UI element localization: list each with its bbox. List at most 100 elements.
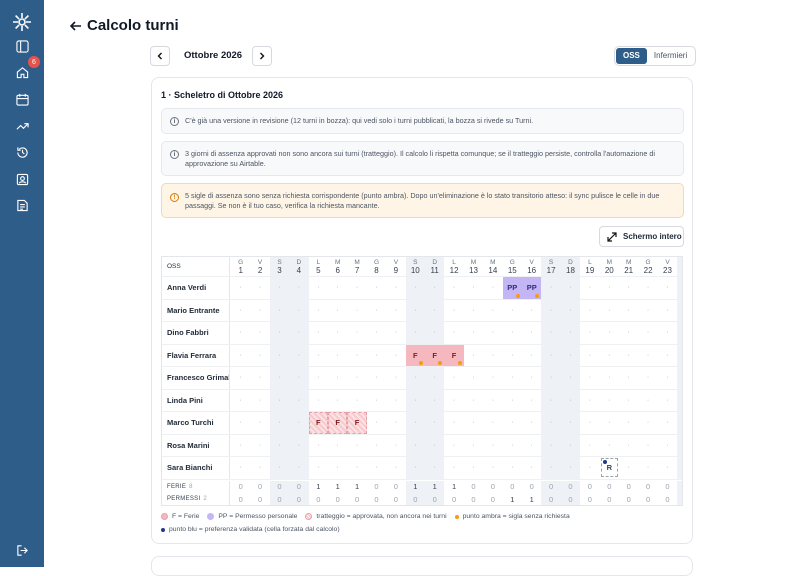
shift-cell[interactable]: · bbox=[444, 300, 463, 322]
calendar-icon[interactable] bbox=[12, 89, 32, 109]
back-arrow-icon[interactable] bbox=[68, 18, 84, 34]
prev-month-button[interactable] bbox=[150, 46, 170, 66]
shift-cell[interactable]: · bbox=[386, 457, 405, 479]
shift-cell[interactable]: · bbox=[367, 322, 386, 344]
document-icon[interactable] bbox=[12, 195, 32, 215]
shift-cell[interactable]: · bbox=[619, 345, 638, 367]
shift-cell[interactable]: · bbox=[405, 412, 425, 434]
shift-cell[interactable]: · bbox=[541, 434, 561, 456]
shift-cell[interactable]: · bbox=[638, 367, 657, 389]
shift-cell[interactable]: · bbox=[405, 367, 425, 389]
shift-cell[interactable]: · bbox=[347, 277, 366, 299]
shift-cell[interactable]: · bbox=[444, 457, 463, 479]
shift-cell[interactable]: · bbox=[503, 367, 522, 389]
shift-cell[interactable]: · bbox=[464, 277, 483, 299]
shift-cell-ferie[interactable]: F bbox=[425, 344, 445, 366]
shift-cell[interactable]: · bbox=[367, 457, 386, 479]
shift-cell[interactable]: · bbox=[464, 367, 483, 389]
shift-cell[interactable]: · bbox=[522, 390, 541, 412]
shift-cell[interactable]: · bbox=[638, 277, 657, 299]
shift-cell[interactable]: · bbox=[541, 299, 561, 321]
history-icon[interactable] bbox=[12, 142, 32, 162]
shift-cell[interactable]: · bbox=[541, 389, 561, 411]
shift-cell[interactable]: · bbox=[464, 322, 483, 344]
shift-cell[interactable]: · bbox=[541, 322, 561, 344]
shift-cell[interactable]: · bbox=[522, 322, 541, 344]
shift-cell[interactable]: · bbox=[328, 322, 347, 344]
shift-cell[interactable]: · bbox=[619, 457, 638, 479]
shift-cell-ferie[interactable]: F bbox=[347, 412, 367, 434]
shift-cell[interactable]: · bbox=[464, 435, 483, 457]
shift-cell[interactable]: · bbox=[560, 299, 581, 321]
shift-cell[interactable]: · bbox=[619, 277, 638, 299]
shift-cell[interactable]: · bbox=[347, 345, 366, 367]
shift-cell[interactable]: · bbox=[386, 322, 405, 344]
shift-cell[interactable]: · bbox=[269, 434, 290, 456]
shift-cell[interactable]: · bbox=[560, 367, 581, 389]
shift-cell[interactable]: · bbox=[405, 277, 425, 299]
shift-cell[interactable]: · bbox=[600, 277, 619, 299]
shift-cell[interactable]: · bbox=[560, 434, 581, 456]
shift-cell[interactable]: · bbox=[289, 344, 309, 366]
shift-cell[interactable]: · bbox=[677, 367, 682, 389]
shift-cell[interactable]: · bbox=[677, 434, 682, 456]
shift-cell[interactable]: · bbox=[580, 345, 599, 367]
shift-cell[interactable]: · bbox=[600, 322, 619, 344]
shift-cell[interactable]: · bbox=[638, 435, 657, 457]
shift-cell[interactable]: · bbox=[560, 457, 581, 479]
shift-cell[interactable]: · bbox=[328, 300, 347, 322]
shift-cell[interactable]: · bbox=[367, 390, 386, 412]
shift-cell[interactable]: · bbox=[658, 277, 677, 299]
shift-cell[interactable]: · bbox=[619, 300, 638, 322]
shift-cell[interactable]: · bbox=[231, 390, 250, 412]
shift-cell[interactable]: · bbox=[600, 345, 619, 367]
next-month-button[interactable] bbox=[252, 46, 272, 66]
toggle-infermieri[interactable]: Infermieri bbox=[647, 48, 694, 64]
shift-cell[interactable]: · bbox=[328, 277, 347, 299]
shift-cell-ferie[interactable]: F bbox=[308, 412, 328, 434]
shift-cell[interactable]: · bbox=[658, 435, 677, 457]
shift-cell[interactable]: · bbox=[347, 435, 366, 457]
shift-cell[interactable]: · bbox=[464, 300, 483, 322]
shift-cell[interactable]: · bbox=[464, 412, 483, 434]
shift-cell[interactable]: · bbox=[367, 277, 386, 299]
shift-cell-permesso[interactable]: PP bbox=[522, 277, 542, 299]
shift-cell[interactable]: · bbox=[658, 412, 677, 434]
shift-cell[interactable]: · bbox=[580, 322, 599, 344]
shift-cell[interactable]: · bbox=[269, 277, 290, 299]
shift-cell[interactable]: · bbox=[658, 322, 677, 344]
shift-cell[interactable]: · bbox=[638, 390, 657, 412]
shift-cell[interactable]: · bbox=[269, 299, 290, 321]
shift-cell[interactable]: · bbox=[503, 390, 522, 412]
shift-cell[interactable]: · bbox=[638, 300, 657, 322]
shift-cell[interactable]: · bbox=[386, 435, 405, 457]
shift-cell[interactable]: · bbox=[658, 390, 677, 412]
shift-cell[interactable]: · bbox=[503, 300, 522, 322]
home-icon[interactable]: 6 bbox=[12, 56, 40, 82]
shift-cell[interactable]: · bbox=[541, 457, 561, 479]
shift-cell[interactable]: · bbox=[250, 277, 269, 299]
shift-cell[interactable]: · bbox=[560, 412, 581, 434]
shift-cell[interactable]: · bbox=[367, 367, 386, 389]
shift-cell[interactable]: · bbox=[444, 277, 463, 299]
shift-cell[interactable]: · bbox=[522, 457, 541, 479]
shift-cell[interactable]: · bbox=[425, 457, 445, 479]
shift-cell[interactable]: · bbox=[619, 322, 638, 344]
fullscreen-button[interactable]: Schermo intero bbox=[599, 226, 684, 247]
shift-cell[interactable]: · bbox=[269, 389, 290, 411]
shift-cell[interactable]: · bbox=[580, 457, 599, 479]
staff-name[interactable]: Linda Pini bbox=[162, 389, 230, 411]
staff-name[interactable]: Anna Verdi bbox=[162, 277, 230, 299]
shift-cell[interactable]: · bbox=[347, 367, 366, 389]
staff-name[interactable]: Flavia Ferrara bbox=[162, 344, 230, 366]
shift-cell[interactable]: · bbox=[503, 412, 522, 434]
shift-cell[interactable]: · bbox=[677, 322, 682, 344]
shift-cell[interactable]: · bbox=[483, 300, 502, 322]
shift-cell[interactable]: · bbox=[289, 412, 309, 434]
shift-cell[interactable]: · bbox=[619, 367, 638, 389]
shift-cell[interactable]: · bbox=[309, 435, 328, 457]
shift-cell[interactable]: · bbox=[328, 345, 347, 367]
shift-cell[interactable]: · bbox=[269, 322, 290, 344]
shift-cell[interactable]: · bbox=[386, 390, 405, 412]
shift-cell[interactable]: · bbox=[580, 435, 599, 457]
